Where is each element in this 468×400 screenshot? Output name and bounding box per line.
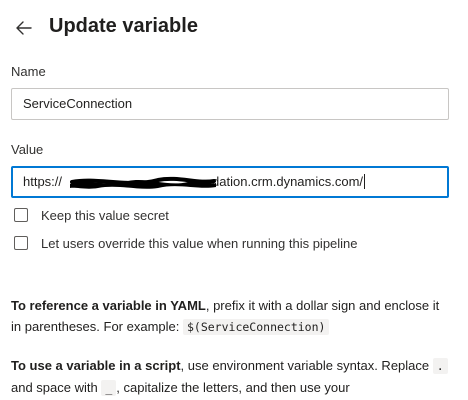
yaml-help-text: To reference a variable in YAML, prefix … (11, 295, 451, 338)
value-input-suffix: dation.crm.dynamics.com/ (212, 174, 364, 189)
panel-header: Update variable (0, 0, 468, 56)
underscore-code: _ (101, 380, 117, 396)
keep-secret-option[interactable]: Keep this value secret (14, 206, 169, 224)
allow-override-option[interactable]: Let users override this value when runni… (14, 234, 358, 252)
yaml-example-code: $(ServiceConnection) (182, 319, 330, 335)
name-input-value: ServiceConnection (23, 96, 133, 111)
yaml-help-bold: To reference a variable in YAML (11, 298, 206, 313)
redaction-scribble (70, 176, 216, 189)
arrow-left-icon (16, 21, 32, 35)
page-title: Update variable (49, 15, 198, 37)
script-help-text: To use a variable in a script, use envir… (11, 355, 451, 399)
back-button[interactable] (10, 14, 38, 42)
script-help-body-2: and space with (11, 380, 102, 395)
keep-secret-label: Keep this value secret (41, 207, 169, 223)
value-field-label: Value (11, 142, 44, 157)
name-input[interactable]: ServiceConnection (11, 88, 449, 120)
value-input[interactable]: https:// dation.crm.dynamics.com/ (11, 166, 449, 198)
allow-override-checkbox[interactable] (14, 236, 28, 250)
script-help-body-3: , capitalize the letters, and then use y… (116, 380, 350, 395)
keep-secret-checkbox[interactable] (14, 208, 28, 222)
dot-code: . (432, 358, 448, 374)
script-help-body-1: , use environment variable syntax. Repla… (180, 358, 433, 373)
text-caret (364, 174, 366, 189)
script-help-bold: To use a variable in a script (11, 358, 181, 373)
value-input-prefix: https:// (23, 174, 63, 189)
allow-override-label: Let users override this value when runni… (41, 235, 358, 251)
name-field-label: Name (11, 64, 46, 79)
